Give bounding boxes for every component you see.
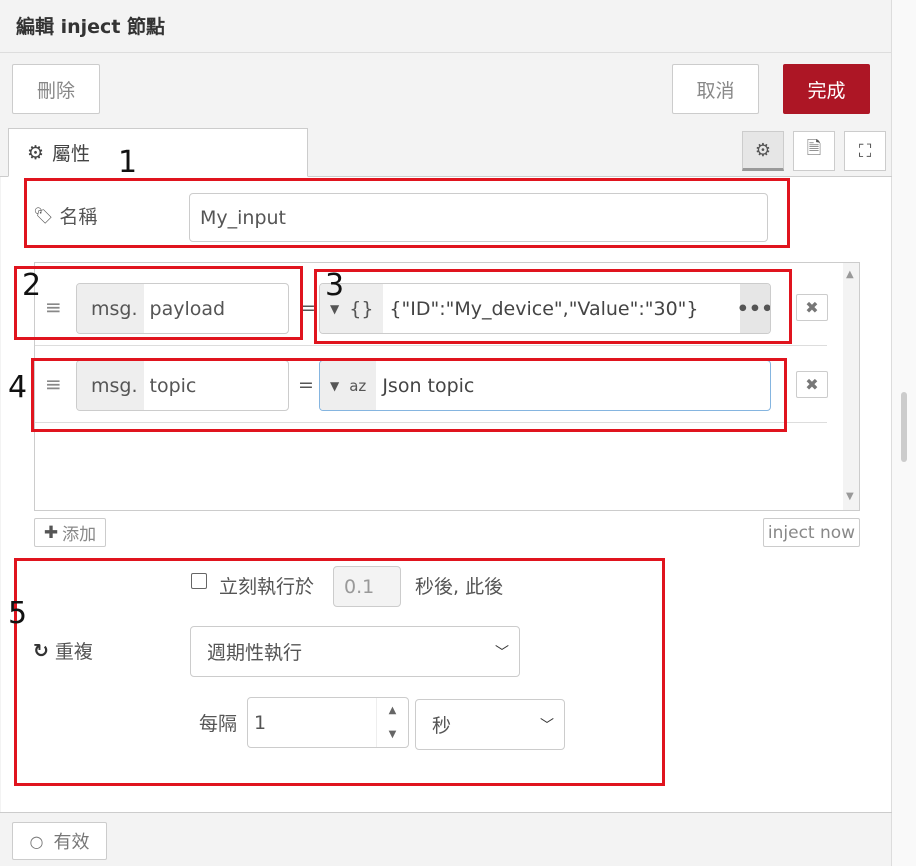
inject-now-button[interactable]: inject now [763,518,860,547]
gear-icon: ⚙ [754,139,772,161]
settings-tab-button[interactable]: ⚙ [742,131,784,171]
enabled-toggle[interactable]: ○ 有效 [12,822,107,860]
enabled-label: 有效 [53,832,90,853]
remove-row-button[interactable]: ✖ [796,294,828,321]
annotation-label: 3 [325,268,345,303]
highlight-box-1 [24,178,790,248]
list-scrollbar[interactable]: ▲ ▼ [843,263,859,510]
scroll-down-icon[interactable]: ▼ [846,491,854,502]
window-scrollbar[interactable] [892,0,916,866]
annotation-label: 5 [8,596,28,631]
row-divider [35,345,827,346]
done-button[interactable]: 完成 [783,64,870,114]
highlight-box-3 [314,269,792,344]
highlight-box-5 [14,558,665,786]
add-property-button[interactable]: ✚ 添加 [34,518,106,547]
appearance-tab-button[interactable]: ⛶ [844,131,886,171]
tab-properties-label: 屬性 [52,143,91,165]
close-icon: ✖ [805,298,819,317]
close-icon: ✖ [805,375,819,394]
highlight-box-4 [31,358,787,432]
circle-icon: ○ [29,831,44,851]
scroll-up-icon[interactable]: ▲ [846,269,854,280]
plus-icon: ✚ [43,522,59,543]
add-label: 添加 [62,525,97,545]
description-tab-button[interactable]: 🗎 [793,131,835,171]
annotation-label: 2 [22,268,42,303]
gear-icon: ⚙ [27,141,45,164]
annotation-label: 1 [118,145,138,180]
remove-row-button[interactable]: ✖ [796,371,828,398]
annotation-label: 4 [8,370,28,405]
tab-properties[interactable]: ⚙ 屬性 [8,128,308,177]
delete-button[interactable]: 刪除 [12,64,100,114]
cancel-button[interactable]: 取消 [672,64,759,114]
page-title: 編輯 inject 節點 [16,16,166,38]
footer-divider [0,812,892,813]
window-scrollbar-thumb[interactable] [901,392,907,462]
header-divider [0,52,892,53]
frame-icon: ⛶ [858,140,872,162]
highlight-box-2 [14,266,303,340]
document-icon: 🗎 [806,138,822,159]
